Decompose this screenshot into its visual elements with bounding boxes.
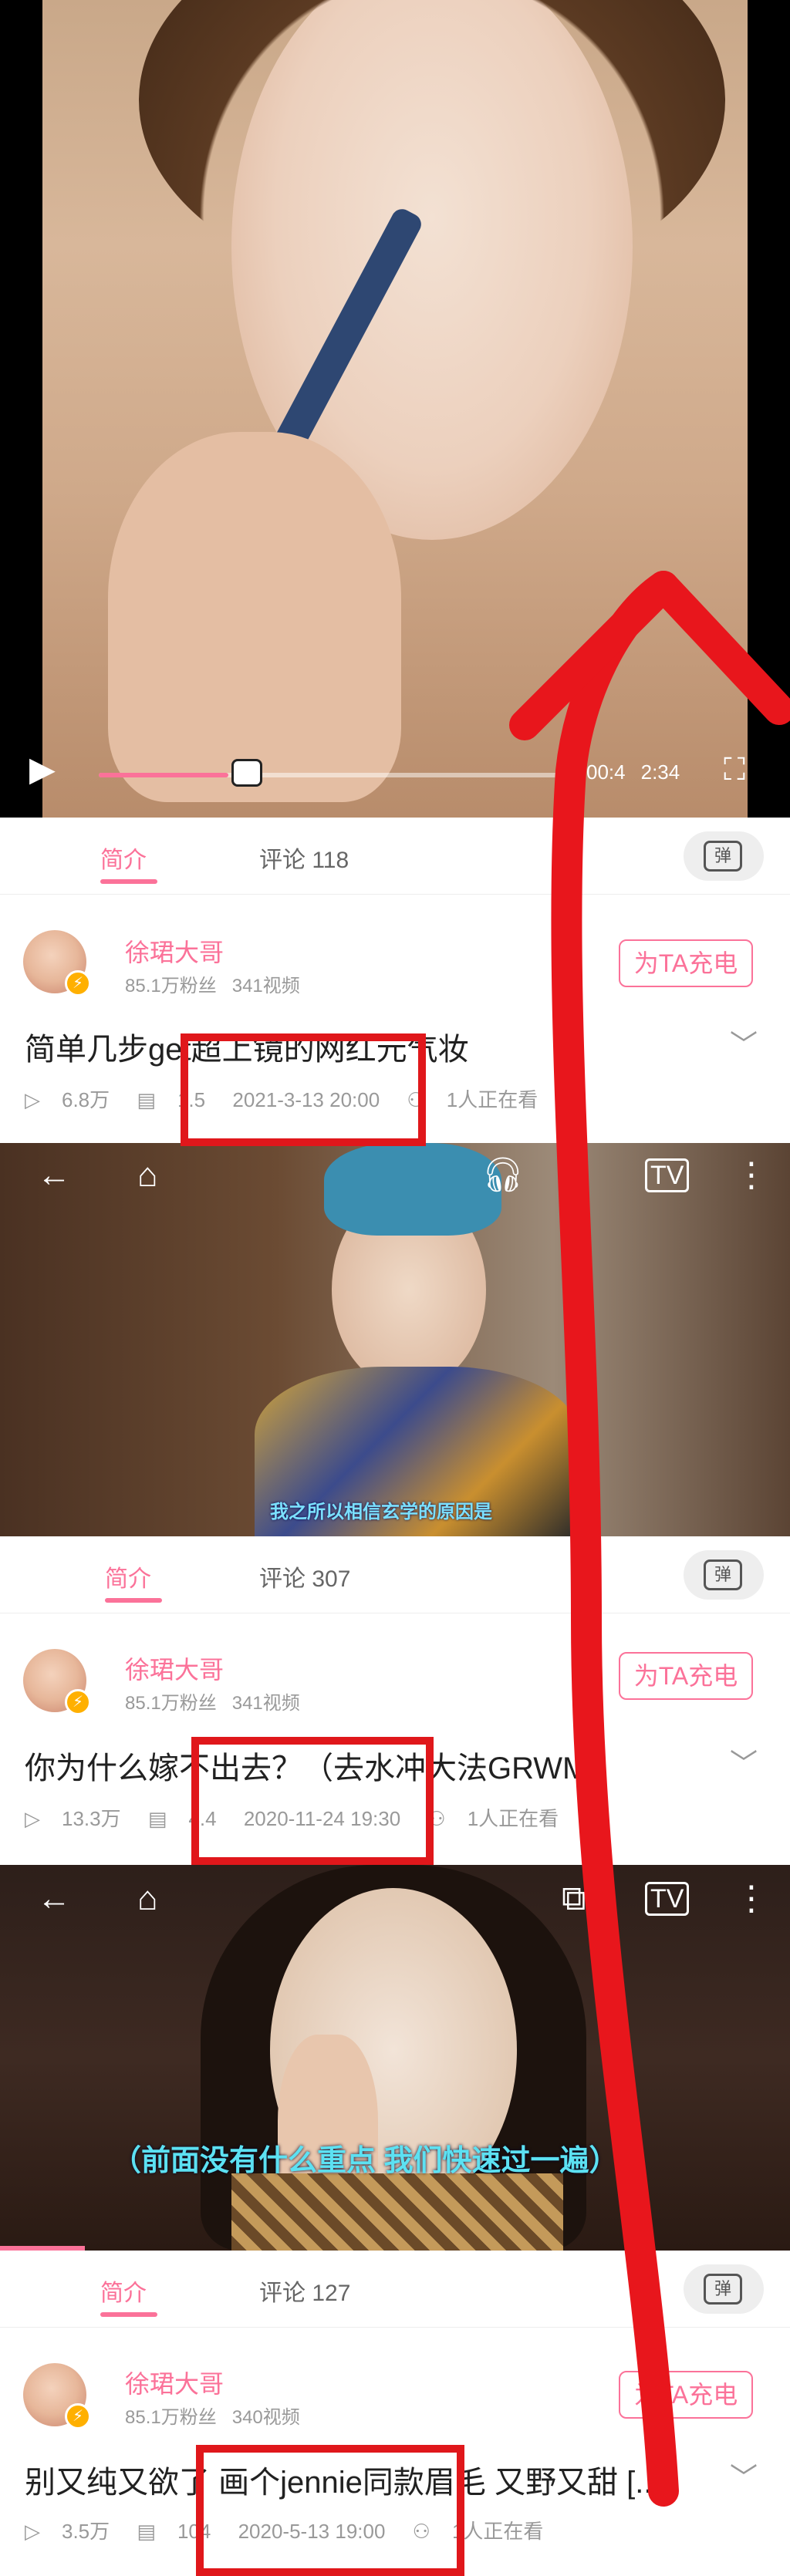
uploader-stats: 85.1万粉丝 341视频 xyxy=(125,970,300,997)
tabs-bar-2: 简介 评论 307 弹 xyxy=(0,1536,790,1613)
progress-thumb[interactable] xyxy=(231,759,262,787)
play-icon[interactable]: ▶ xyxy=(29,753,56,787)
video-frame-hair xyxy=(139,0,725,293)
tab-comments[interactable]: 评论 118 xyxy=(259,841,349,875)
video-player-1[interactable]: ▶ 00:4 2:34 ⛶ xyxy=(0,0,790,818)
tab-intro[interactable]: 简介 xyxy=(105,1559,151,1593)
home-icon[interactable]: ⌂ xyxy=(137,1158,158,1192)
charge-button[interactable]: 为TA充电 xyxy=(619,939,753,987)
video-count: 341视频 xyxy=(231,1693,300,1714)
chevron-down-icon[interactable]: ﹀ xyxy=(730,1741,758,1782)
danmaku-icon: ▤ xyxy=(137,1088,156,1111)
highlight-box-date-1 xyxy=(181,1033,426,1146)
tabs-bar-3: 简介 评论 127 弹 xyxy=(0,2251,790,2328)
watching-count: 1人正在看 xyxy=(467,1807,559,1830)
tab-intro[interactable]: 简介 xyxy=(100,2274,147,2308)
picture-in-picture-icon[interactable]: ⧉ xyxy=(562,1158,586,1192)
view-count: 3.5万 xyxy=(62,2520,110,2543)
danmaku-icon: ▤ xyxy=(137,2520,156,2543)
fullscreen-icon[interactable]: ⛶ xyxy=(724,754,745,785)
danmaku-toggle-icon: 弹 xyxy=(704,1559,742,1590)
avatar[interactable]: ⚡ xyxy=(23,930,91,996)
highlight-box-date-3 xyxy=(196,2445,464,2576)
views-icon: ▷ xyxy=(25,2520,40,2543)
view-count: 6.8万 xyxy=(62,1088,110,1111)
verified-badge-icon: ⚡ xyxy=(65,970,91,996)
tab-intro[interactable]: 简介 xyxy=(100,841,147,875)
tab-underline xyxy=(100,2312,157,2317)
views-icon: ▷ xyxy=(25,1088,40,1111)
danmaku-toggle-icon: 弹 xyxy=(704,2274,742,2305)
danmaku-toggle-button[interactable]: 弹 xyxy=(684,2264,764,2314)
watching-count: 1人正在看 xyxy=(446,1088,538,1111)
tab-comments[interactable]: 评论 307 xyxy=(259,1559,350,1593)
picture-in-picture-icon[interactable]: ⧉ xyxy=(562,1882,586,1916)
verified-badge-icon: ⚡ xyxy=(65,1689,91,1715)
danmaku-toggle-button[interactable]: 弹 xyxy=(684,831,764,881)
uploader-name[interactable]: 徐珺大哥 xyxy=(125,1650,224,1686)
uploader-stats: 85.1万粉丝 340视频 xyxy=(125,2402,300,2429)
tv-cast-icon[interactable]: TV xyxy=(645,1158,690,1192)
progress-fill xyxy=(99,773,228,777)
screenshot-collage: ▶ 00:4 2:34 ⛶ 简介 评论 118 弹 ⚡ 徐珺大哥 85.1万粉丝 … xyxy=(0,0,790,2576)
avatar[interactable]: ⚡ xyxy=(23,1649,91,1715)
headphones-icon[interactable]: 🎧︎ xyxy=(481,1158,525,1192)
chevron-down-icon[interactable]: ﹀ xyxy=(730,2456,758,2496)
danmaku-icon: ▤ xyxy=(147,1807,167,1830)
letterbox-left xyxy=(0,0,42,818)
tab-comments[interactable]: 评论 127 xyxy=(259,2274,350,2308)
time-total: 2:34 xyxy=(640,760,680,784)
time-current: 00:4 xyxy=(586,760,626,784)
letterbox-right xyxy=(748,0,790,818)
charge-button[interactable]: 为TA充电 xyxy=(619,2371,753,2419)
follower-count: 85.1万粉丝 xyxy=(125,976,217,996)
video-player-2[interactable]: ← ⌂ 🎧︎ ⧉ TV ⋮ 我之所以相信玄学的原因是 xyxy=(0,1143,790,1536)
video-count: 341视频 xyxy=(231,976,300,996)
back-arrow-icon[interactable]: ← xyxy=(37,1882,71,1916)
time-readout: 00:4 2:34 xyxy=(586,760,680,784)
avatar[interactable]: ⚡ xyxy=(23,2363,91,2429)
video-player-3[interactable]: ← ⌂ ⧉ TV ⋮ （前面没有什么重点 我们快速过一遍） xyxy=(0,1865,790,2251)
views-icon: ▷ xyxy=(25,1807,40,1830)
danmaku-toggle-button[interactable]: 弹 xyxy=(684,1550,764,1600)
tab-underline xyxy=(105,1598,162,1603)
danmaku-toggle-icon: 弹 xyxy=(704,841,742,872)
highlight-box-date-2 xyxy=(191,1737,434,1865)
uploader-name[interactable]: 徐珺大哥 xyxy=(125,2365,224,2400)
verified-badge-icon: ⚡ xyxy=(65,2403,91,2429)
follower-count: 85.1万粉丝 xyxy=(125,2407,217,2428)
video-frame-scarf xyxy=(231,2173,563,2251)
video-frame-hand xyxy=(108,432,401,802)
tv-cast-icon[interactable]: TV xyxy=(645,1882,690,1916)
follower-count: 85.1万粉丝 xyxy=(125,1693,217,1714)
watching-count: 1人正在看 xyxy=(451,2520,544,2543)
video-frame-headwrap xyxy=(324,1143,501,1236)
video-subtitle: 我之所以相信玄学的原因是 xyxy=(270,1502,492,1522)
tab-underline xyxy=(100,879,157,884)
video-count: 340视频 xyxy=(231,2407,300,2428)
charge-button[interactable]: 为TA充电 xyxy=(619,1652,753,1700)
view-count: 13.3万 xyxy=(62,1807,121,1830)
home-icon[interactable]: ⌂ xyxy=(137,1882,158,1916)
uploader-stats: 85.1万粉丝 341视频 xyxy=(125,1688,300,1715)
chevron-down-icon[interactable]: ﹀ xyxy=(730,1023,758,1063)
uploader-name[interactable]: 徐珺大哥 xyxy=(125,933,224,969)
more-vertical-icon[interactable]: ⋮ xyxy=(734,1158,768,1192)
tabs-bar-1: 简介 评论 118 弹 xyxy=(0,818,790,895)
more-vertical-icon[interactable]: ⋮ xyxy=(734,1882,768,1916)
video-subtitle: （前面没有什么重点 我们快速过一遍） xyxy=(112,2145,619,2177)
back-arrow-icon[interactable]: ← xyxy=(37,1158,71,1192)
progress-bar[interactable] xyxy=(99,759,562,787)
